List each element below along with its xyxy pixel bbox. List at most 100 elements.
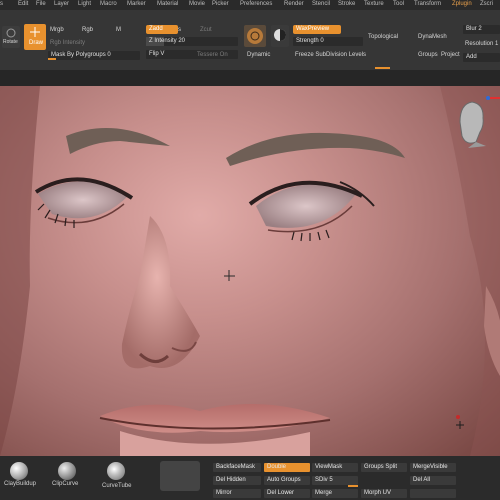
brush-thumbnail[interactable] <box>10 462 28 480</box>
del-lower-label: Del Lower <box>267 490 295 496</box>
mirror-label: Mirror <box>216 490 232 496</box>
zcut-button[interactable]: Zcut <box>200 27 212 33</box>
menu-item[interactable]: File <box>36 1 46 7</box>
sculpt-viewport[interactable] <box>0 86 500 456</box>
add-button[interactable]: Add <box>463 53 500 62</box>
backfacemask-button[interactable]: BackfaceMask <box>213 463 261 472</box>
groups-split-label: Groups Split <box>364 464 398 470</box>
menu-item[interactable]: Preferences <box>240 1 272 7</box>
viewmask-label: ViewMask <box>315 464 343 470</box>
mergevisible-label: MergeVisible <box>413 464 448 470</box>
z-intensity-slider[interactable]: Z Intensity 20 <box>146 37 238 46</box>
menu-item[interactable]: Light <box>78 1 91 7</box>
groups-split-button[interactable]: Groups Split <box>361 463 407 472</box>
freeze-subdivision-button[interactable]: Freeze SubDivision Levels <box>295 52 366 58</box>
menu-item[interactable]: Marker <box>127 1 146 7</box>
resolution-slider[interactable]: Resolution 1 <box>465 41 498 47</box>
double-button[interactable]: Double <box>264 463 310 472</box>
del-lower-button[interactable]: Del Lower <box>264 489 310 498</box>
dynamic-icon <box>274 29 286 41</box>
top-shelf: Rotate Draw Mrgb Rgb M Rgb Intensity Mas… <box>0 10 500 70</box>
brush-thumbnail[interactable] <box>58 462 76 480</box>
rgb-intensity-slider[interactable]: Rgb Intensity <box>50 40 85 46</box>
menu-item[interactable]: Stroke <box>338 1 355 7</box>
brush-label[interactable]: ClayBuildup <box>4 481 36 487</box>
rotate-button[interactable]: Rotate <box>2 26 20 48</box>
mask-by-polygroups-label: Mask By Polygroups 0 <box>51 52 111 58</box>
del-hidden-label: Del Hidden <box>216 477 246 483</box>
rgb-toggle[interactable]: Rgb <box>82 27 93 33</box>
menu-item[interactable]: Macro <box>100 1 117 7</box>
add-label: Add <box>466 54 477 60</box>
flip-v-label: Flip V <box>149 51 165 57</box>
zsub-button[interactable]: s <box>178 27 181 33</box>
rotate-label: Rotate <box>3 39 18 45</box>
head-navigation-icon[interactable] <box>450 96 500 156</box>
merge-button[interactable]: Merge <box>312 489 358 498</box>
backfacemask-label: BackfaceMask <box>216 464 256 470</box>
menu-bar: s Edit File Layer Light Macro Marker Mat… <box>0 0 500 10</box>
double-label: Double <box>267 464 287 470</box>
menu-item[interactable]: Render <box>284 1 304 7</box>
z-intensity-label: Z Intensity 20 <box>149 38 186 44</box>
mrgb-toggle[interactable]: Mrgb <box>50 27 64 33</box>
menu-item[interactable]: Material <box>157 1 178 7</box>
mask-by-polygroups-slider[interactable]: Mask By Polygroups 0 <box>48 51 140 60</box>
draw-button[interactable]: Draw <box>24 24 46 50</box>
bottom-button[interactable] <box>410 489 456 498</box>
brush-thumbnail[interactable] <box>107 462 125 480</box>
menu-item[interactable]: Transform <box>414 1 441 7</box>
mirror-button[interactable]: Mirror <box>213 489 261 498</box>
zadd-label: Zadd <box>149 26 163 32</box>
auto-groups-button[interactable]: Auto Groups <box>264 476 310 485</box>
material-selector[interactable]: WaxPreview <box>293 25 341 34</box>
material-button[interactable] <box>244 25 266 47</box>
sdiv-label: SDiv 5 <box>315 477 333 483</box>
menu-item[interactable]: Picker <box>212 1 229 7</box>
brush-label[interactable]: ClipCurve <box>52 481 78 487</box>
menu-item[interactable]: Movie <box>189 1 205 7</box>
sdiv-slider[interactable]: SDiv 5 <box>312 476 358 485</box>
crosshair-icon <box>224 270 235 281</box>
m-toggle[interactable]: M <box>116 27 121 33</box>
canvas-top-strip <box>0 70 500 86</box>
dynamesh-button[interactable]: DynaMesh <box>418 34 447 40</box>
menu-item[interactable]: Zscri <box>480 1 493 7</box>
strength-slider[interactable]: Strength 0 <box>293 37 363 46</box>
dynamic-toggle[interactable] <box>271 25 289 47</box>
groups-button[interactable]: Groups <box>418 52 438 58</box>
blur-label: Blur 2 <box>466 26 482 32</box>
brush-label[interactable]: CurveTube <box>102 483 131 489</box>
menu-item[interactable]: Stencil <box>312 1 330 7</box>
menu-item[interactable]: Edit <box>18 1 28 7</box>
slider-marker <box>48 58 56 60</box>
sdiv-marker <box>348 485 358 487</box>
merge-label: Merge <box>315 490 333 496</box>
viewmask-button[interactable]: ViewMask <box>312 463 358 472</box>
del-all-label: Del All <box>413 477 431 483</box>
draw-icon <box>30 27 40 37</box>
tessere-button[interactable]: Tessere On <box>197 52 228 58</box>
del-hidden-button[interactable]: Del Hidden <box>213 476 261 485</box>
brush-slot[interactable] <box>160 461 200 491</box>
menu-item[interactable]: s <box>0 1 3 7</box>
menu-item[interactable]: Zplugin <box>452 1 472 7</box>
del-all-button[interactable]: Del All <box>410 476 456 485</box>
strength-label: Strength 0 <box>296 38 324 44</box>
mergevisible-button[interactable]: MergeVisible <box>410 463 456 472</box>
topological-button[interactable]: Topological <box>368 34 398 40</box>
project-button[interactable]: Project <box>441 52 460 58</box>
bottom-shelf: ClayBuildup ClipCurve CurveTube Backface… <box>0 456 500 500</box>
morph-uv-button[interactable]: Morph UV <box>361 489 407 498</box>
draw-label: Draw <box>29 40 44 46</box>
auto-groups-label: Auto Groups <box>267 477 301 483</box>
blur-slider[interactable]: Blur 2 <box>463 25 500 34</box>
menu-item[interactable]: Layer <box>54 1 69 7</box>
menu-item[interactable]: Tool <box>393 1 404 7</box>
material-sphere-icon <box>247 28 263 44</box>
dynamic-label: Dynamic <box>247 52 271 58</box>
shelf-indicator <box>375 67 390 69</box>
material-name: WaxPreview <box>296 26 330 32</box>
menu-item[interactable]: Texture <box>364 1 384 7</box>
zadd-button[interactable]: Zadd <box>146 25 178 34</box>
